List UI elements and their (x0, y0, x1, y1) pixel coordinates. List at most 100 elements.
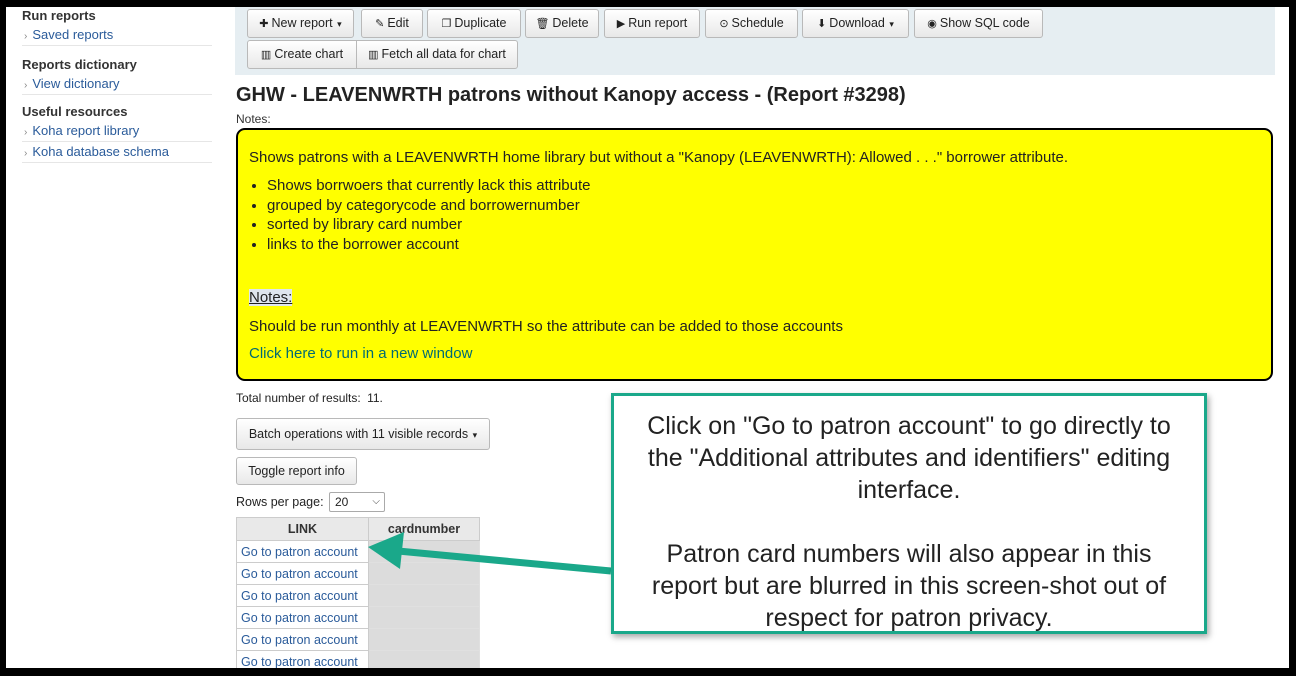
rows-per-page-select[interactable]: 20 ⌵ (329, 492, 385, 512)
annotation-callout: Click on "Go to patron account" to go di… (611, 393, 1207, 634)
page-title: GHW - LEAVENWRTH patrons without Kanopy … (236, 84, 906, 106)
link-cell: Go to patron account (236, 628, 369, 651)
go-to-patron-account-link[interactable]: Go to patron account (241, 655, 358, 669)
download-label: Download (829, 16, 885, 30)
caret-down-icon: ▾ (470, 430, 478, 440)
cardnumber-cell-blurred (368, 650, 480, 668)
fetch-all-data-button[interactable]: ▥ Fetch all data for chart (356, 40, 518, 69)
go-to-patron-account-link[interactable]: Go to patron account (241, 545, 358, 559)
table-header-row: LINK cardnumber (236, 517, 480, 541)
bar-chart-icon: ▥ (260, 49, 272, 61)
notes-intro: Shows patrons with a LEAVENWRTH home lib… (249, 149, 1069, 166)
table-row: Go to patron account (236, 606, 480, 629)
table-row: Go to patron account (236, 540, 480, 563)
sidebar-link-koha-report-library[interactable]: Koha report library (32, 123, 139, 138)
link-cell: Go to patron account (236, 650, 369, 669)
sidebar: Run reports › Saved reports Reports dicti… (22, 7, 212, 163)
link-cell: Go to patron account (236, 540, 369, 563)
cardnumber-cell-blurred (368, 562, 480, 585)
show-sql-label: Show SQL code (939, 16, 1030, 30)
download-button[interactable]: ⬇ Download ▾ (802, 9, 909, 38)
eye-icon: ◉ (927, 18, 937, 30)
chevron-right-icon: › (24, 148, 28, 159)
schedule-label: Schedule (731, 16, 784, 30)
edit-button[interactable]: ✎ Edit (361, 9, 423, 38)
new-report-label: New report (271, 16, 333, 30)
sidebar-item-koha-report-library[interactable]: › Koha report library (22, 121, 212, 142)
caret-down-icon: ▾ (886, 19, 894, 29)
link-cell: Go to patron account (236, 606, 369, 629)
sidebar-item-koha-database-schema[interactable]: › Koha database schema (22, 142, 212, 163)
cardnumber-cell-blurred (368, 584, 480, 607)
sidebar-heading-run-reports: Run reports (22, 8, 96, 23)
toggle-report-info-button[interactable]: Toggle report info (236, 457, 357, 485)
rows-per-page-value: 20 (335, 495, 349, 509)
sidebar-heading-reports-dictionary: Reports dictionary (22, 57, 137, 72)
notes-label: Notes: (236, 112, 271, 126)
total-results-value: 11. (367, 391, 383, 405)
notes-subheading: Notes: (249, 289, 293, 306)
trash-icon: 🗑 (535, 18, 550, 30)
schedule-button[interactable]: ⊙ Schedule (705, 9, 798, 38)
chevron-right-icon: › (24, 80, 28, 91)
report-toolbar: ✚ New report ▾ ✎ Edit ❐ Duplicate 🗑 Delete ▶… (235, 7, 1275, 75)
copy-icon: ❐ (441, 18, 452, 30)
create-chart-button[interactable]: ▥ Create chart (247, 40, 357, 69)
callout-paragraph-2: Patron card numbers will also appear in … (651, 540, 1167, 632)
duplicate-label: Duplicate (454, 16, 507, 30)
column-header-link[interactable]: LINK (236, 517, 369, 541)
notes-list-item: grouped by categorycode and borrowernumb… (267, 196, 590, 216)
clock-icon: ⊙ (719, 18, 729, 30)
results-table: LINK cardnumber Go to patron account Go … (236, 517, 480, 668)
go-to-patron-account-link[interactable]: Go to patron account (241, 611, 358, 625)
sidebar-item-saved-reports[interactable]: › Saved reports (22, 25, 212, 46)
go-to-patron-account-link[interactable]: Go to patron account (241, 589, 358, 603)
go-to-patron-account-link[interactable]: Go to patron account (241, 633, 358, 647)
new-report-button[interactable]: ✚ New report ▾ (247, 9, 354, 38)
pencil-icon: ✎ (375, 18, 385, 30)
cardnumber-cell-blurred (368, 606, 480, 629)
notes-list: Shows borrwoers that currently lack this… (249, 176, 590, 254)
notes-list-item: sorted by library card number (267, 215, 590, 235)
caret-down-icon: ▾ (334, 19, 342, 29)
cardnumber-cell-blurred (368, 628, 480, 651)
edit-label: Edit (387, 16, 409, 30)
sidebar-link-view-dictionary[interactable]: View dictionary (32, 76, 119, 91)
delete-button[interactable]: 🗑 Delete (525, 9, 599, 38)
sidebar-link-koha-database-schema[interactable]: Koha database schema (32, 144, 169, 159)
chevron-down-icon: ⌵ (372, 496, 380, 507)
sidebar-item-view-dictionary[interactable]: › View dictionary (22, 74, 212, 95)
sidebar-link-saved-reports[interactable]: Saved reports (32, 27, 113, 42)
batch-operations-button[interactable]: Batch operations with 11 visible records… (236, 418, 490, 450)
link-cell: Go to patron account (236, 584, 369, 607)
table-row: Go to patron account (236, 628, 480, 651)
notes-list-item: links to the borrower account (267, 235, 590, 255)
cardnumber-cell-blurred (368, 540, 480, 563)
notes-list-item: Shows borrwoers that currently lack this… (267, 176, 590, 196)
link-cell: Go to patron account (236, 562, 369, 585)
duplicate-button[interactable]: ❐ Duplicate (427, 9, 521, 38)
total-results-label: Total number of results: (236, 391, 361, 405)
bar-chart-icon: ▥ (368, 49, 379, 61)
rows-per-page-label: Rows per page: (236, 495, 324, 509)
column-header-cardnumber[interactable]: cardnumber (368, 517, 480, 541)
chevron-right-icon: › (24, 127, 28, 138)
chevron-right-icon: › (24, 31, 28, 42)
run-report-button[interactable]: ▶ Run report (604, 9, 700, 38)
download-icon: ⬇ (817, 18, 827, 30)
total-results: Total number of results: 11. (236, 391, 383, 405)
run-in-new-window-link[interactable]: Click here to run in a new window (249, 345, 472, 362)
table-row: Go to patron account (236, 562, 480, 585)
report-notes-box: Shows patrons with a LEAVENWRTH home lib… (236, 128, 1273, 381)
delete-label: Delete (552, 16, 589, 30)
page-frame: Run reports › Saved reports Reports dicti… (6, 7, 1289, 668)
callout-paragraph-1: Click on "Go to patron account" to go di… (647, 412, 1171, 504)
notes-frequency: Should be run monthly at LEAVENWRTH so t… (249, 318, 843, 335)
plus-icon: ✚ (259, 18, 269, 30)
sidebar-heading-useful-resources: Useful resources (22, 104, 128, 119)
run-report-label: Run report (628, 16, 688, 30)
fetch-all-data-label: Fetch all data for chart (381, 47, 506, 61)
show-sql-button[interactable]: ◉ Show SQL code (914, 9, 1043, 38)
table-row: Go to patron account (236, 650, 480, 669)
go-to-patron-account-link[interactable]: Go to patron account (241, 567, 358, 581)
